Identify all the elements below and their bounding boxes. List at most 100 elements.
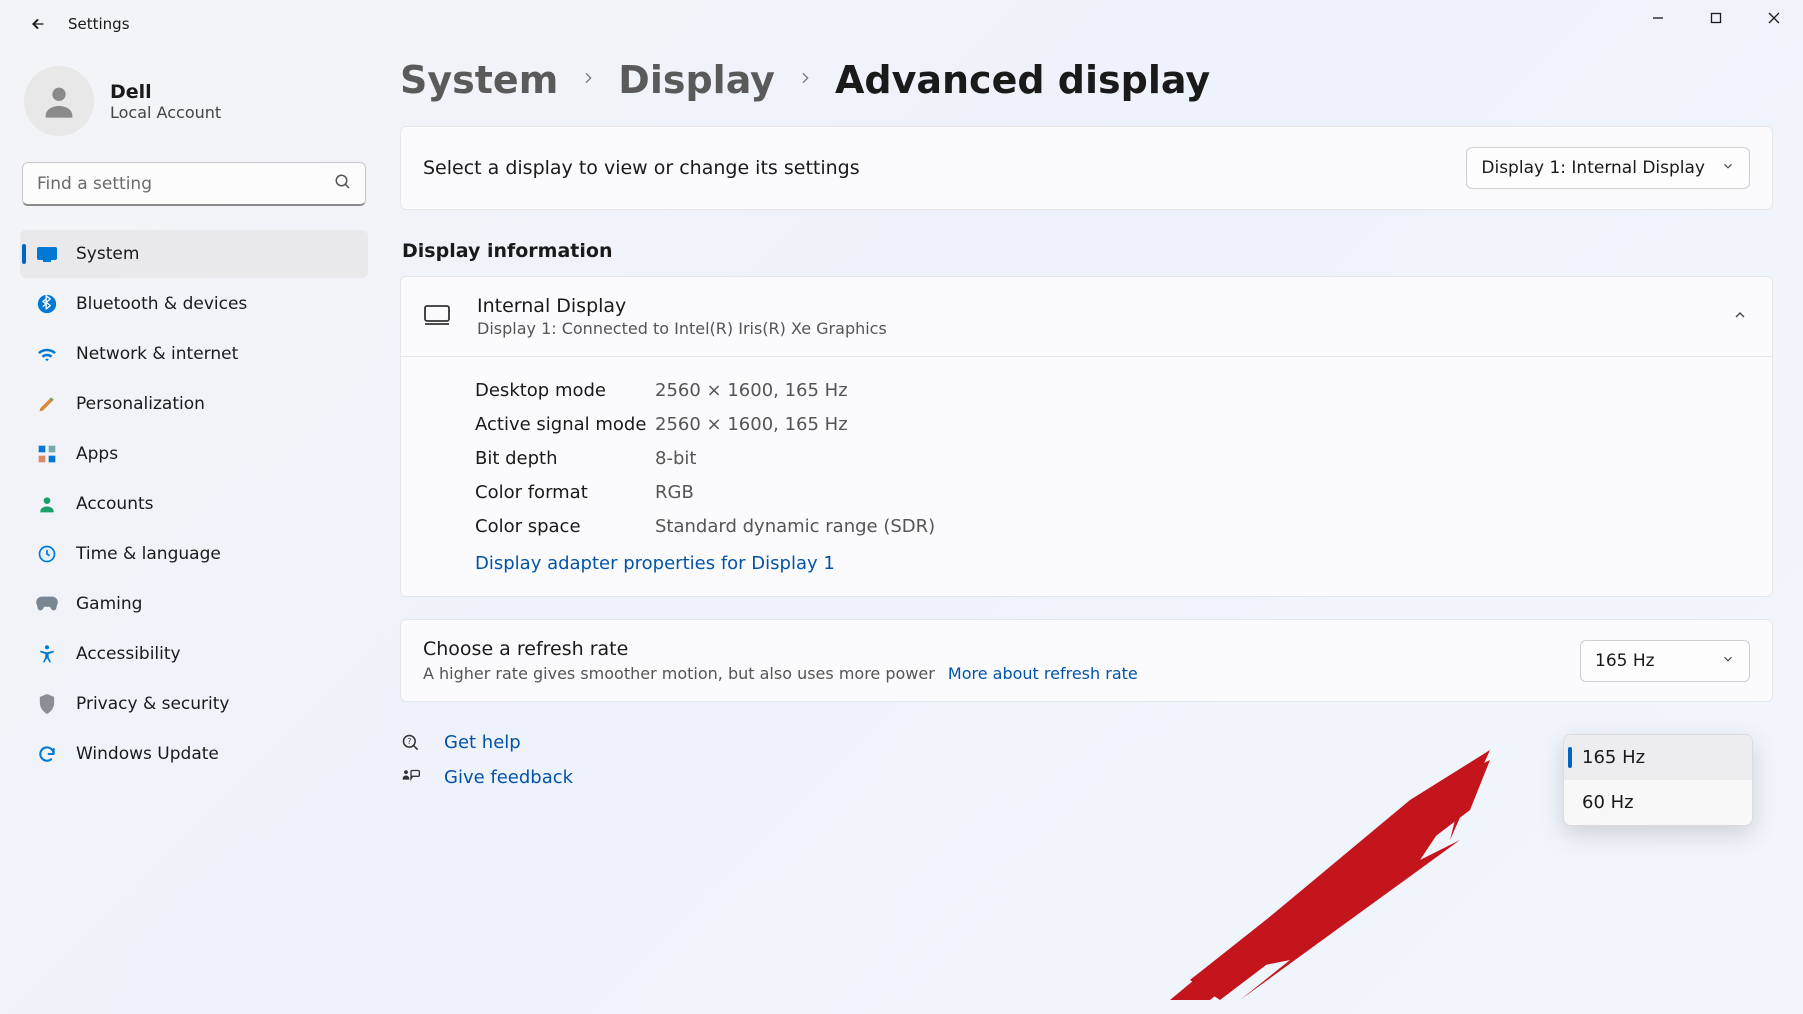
title-bar: Settings xyxy=(0,0,1803,48)
get-help-link[interactable]: Get help xyxy=(444,732,521,753)
close-button[interactable] xyxy=(1745,0,1803,36)
kv-row: Active signal mode2560 × 1600, 165 Hz xyxy=(475,407,1748,441)
monitor-icon xyxy=(423,304,451,330)
refresh-option-label: 60 Hz xyxy=(1582,792,1634,813)
refresh-rate-flyout: 165 Hz 60 Hz xyxy=(1563,734,1753,826)
sidebar-item-label: Privacy & security xyxy=(76,694,230,714)
sidebar-item-label: Time & language xyxy=(76,544,221,564)
back-arrow-icon xyxy=(27,15,45,33)
accessibility-icon xyxy=(36,644,58,664)
kv-value: 2560 × 1600, 165 Hz xyxy=(655,380,848,401)
kv-key: Bit depth xyxy=(475,448,655,469)
user-name: Dell xyxy=(110,81,221,103)
search-input[interactable] xyxy=(22,162,366,206)
nav: System Bluetooth & devices Network & int… xyxy=(20,230,368,778)
chevron-right-icon xyxy=(580,70,596,90)
refresh-rate-subtitle-text: A higher rate gives smoother motion, but… xyxy=(423,664,935,683)
kv-value: Standard dynamic range (SDR) xyxy=(655,516,935,537)
display-selector-value: Display 1: Internal Display xyxy=(1481,158,1705,178)
person-icon xyxy=(36,494,58,514)
sidebar-item-windows-update[interactable]: Windows Update xyxy=(20,730,368,778)
kv-value: 2560 × 1600, 165 Hz xyxy=(655,414,848,435)
svg-text:?: ? xyxy=(407,736,411,745)
search-icon xyxy=(334,173,352,195)
kv-key: Color space xyxy=(475,516,655,537)
breadcrumb-display[interactable]: Display xyxy=(618,58,775,102)
gamepad-icon xyxy=(36,596,58,612)
kv-row: Desktop mode2560 × 1600, 165 Hz xyxy=(475,373,1748,407)
sidebar-item-label: Bluetooth & devices xyxy=(76,294,247,314)
refresh-option-165hz[interactable]: 165 Hz xyxy=(1564,735,1752,780)
kv-key: Active signal mode xyxy=(475,414,655,435)
select-display-label: Select a display to view or change its s… xyxy=(423,157,860,179)
sidebar-item-label: Network & internet xyxy=(76,344,238,364)
display-info-card: Internal Display Display 1: Connected to… xyxy=(400,276,1773,597)
system-icon xyxy=(36,246,58,262)
sidebar-item-accessibility[interactable]: Accessibility xyxy=(20,630,368,678)
refresh-rate-value: 165 Hz xyxy=(1595,651,1655,671)
sidebar-item-label: Windows Update xyxy=(76,744,219,764)
refresh-rate-subtitle: A higher rate gives smoother motion, but… xyxy=(423,664,1138,683)
display-title: Internal Display xyxy=(477,295,887,317)
select-display-card: Select a display to view or change its s… xyxy=(400,126,1773,210)
bluetooth-icon xyxy=(36,294,58,314)
sidebar-item-personalization[interactable]: Personalization xyxy=(20,380,368,428)
sidebar-item-system[interactable]: System xyxy=(20,230,368,278)
apps-icon xyxy=(36,444,58,464)
display-selector-dropdown[interactable]: Display 1: Internal Display xyxy=(1466,147,1750,189)
shield-icon xyxy=(36,694,58,714)
display-subtitle: Display 1: Connected to Intel(R) Iris(R)… xyxy=(477,319,887,338)
window-title: Settings xyxy=(68,15,130,33)
refresh-rate-dropdown[interactable]: 165 Hz xyxy=(1580,640,1750,682)
sidebar-item-gaming[interactable]: Gaming xyxy=(20,580,368,628)
maximize-icon xyxy=(1710,12,1722,24)
kv-key: Desktop mode xyxy=(475,380,655,401)
refresh-option-60hz[interactable]: 60 Hz xyxy=(1564,780,1752,825)
sidebar-item-bluetooth[interactable]: Bluetooth & devices xyxy=(20,280,368,328)
sidebar-item-label: Accessibility xyxy=(76,644,181,664)
sidebar-item-privacy[interactable]: Privacy & security xyxy=(20,680,368,728)
refresh-option-label: 165 Hz xyxy=(1582,747,1645,768)
main-content: System Display Advanced display Select a… xyxy=(380,48,1803,1014)
user-account-row[interactable]: Dell Local Account xyxy=(20,60,368,154)
maximize-button[interactable] xyxy=(1687,0,1745,36)
help-icon: ? xyxy=(400,733,422,753)
chevron-down-icon xyxy=(1721,158,1735,178)
sidebar-item-network[interactable]: Network & internet xyxy=(20,330,368,378)
feedback-icon xyxy=(400,768,422,788)
sidebar-item-label: Gaming xyxy=(76,594,142,614)
window-controls xyxy=(1629,0,1803,36)
sidebar-item-accounts[interactable]: Accounts xyxy=(20,480,368,528)
clock-icon xyxy=(36,544,58,564)
display-info-header[interactable]: Internal Display Display 1: Connected to… xyxy=(401,277,1772,356)
kv-key: Color format xyxy=(475,482,655,503)
user-subtitle: Local Account xyxy=(110,103,221,122)
chevron-right-icon xyxy=(797,70,813,90)
sidebar-item-time-language[interactable]: Time & language xyxy=(20,530,368,578)
sidebar-item-label: Personalization xyxy=(76,394,205,414)
sidebar-item-label: Accounts xyxy=(76,494,154,514)
display-info-body: Desktop mode2560 × 1600, 165 Hz Active s… xyxy=(401,356,1772,596)
section-title: Display information xyxy=(402,240,1773,262)
sidebar: Dell Local Account System Bluetooth & de… xyxy=(0,48,380,1014)
kv-row: Color spaceStandard dynamic range (SDR) xyxy=(475,509,1748,543)
update-icon xyxy=(36,744,58,764)
search-wrap xyxy=(22,162,366,206)
adapter-properties-link[interactable]: Display adapter properties for Display 1 xyxy=(475,553,835,574)
paintbrush-icon xyxy=(36,394,58,414)
sidebar-item-label: System xyxy=(76,244,139,264)
breadcrumb: System Display Advanced display xyxy=(400,58,1773,102)
sidebar-item-apps[interactable]: Apps xyxy=(20,430,368,478)
close-icon xyxy=(1768,12,1780,24)
page-title: Advanced display xyxy=(835,58,1210,102)
minimize-button[interactable] xyxy=(1629,0,1687,36)
kv-row: Bit depth8-bit xyxy=(475,441,1748,475)
more-about-refresh-link[interactable]: More about refresh rate xyxy=(948,664,1138,683)
avatar-icon xyxy=(39,81,79,121)
sidebar-item-label: Apps xyxy=(76,444,118,464)
refresh-rate-card: Choose a refresh rate A higher rate give… xyxy=(400,619,1773,702)
back-button[interactable] xyxy=(16,4,56,44)
breadcrumb-system[interactable]: System xyxy=(400,58,558,102)
kv-value: RGB xyxy=(655,482,694,503)
give-feedback-link[interactable]: Give feedback xyxy=(444,767,573,788)
